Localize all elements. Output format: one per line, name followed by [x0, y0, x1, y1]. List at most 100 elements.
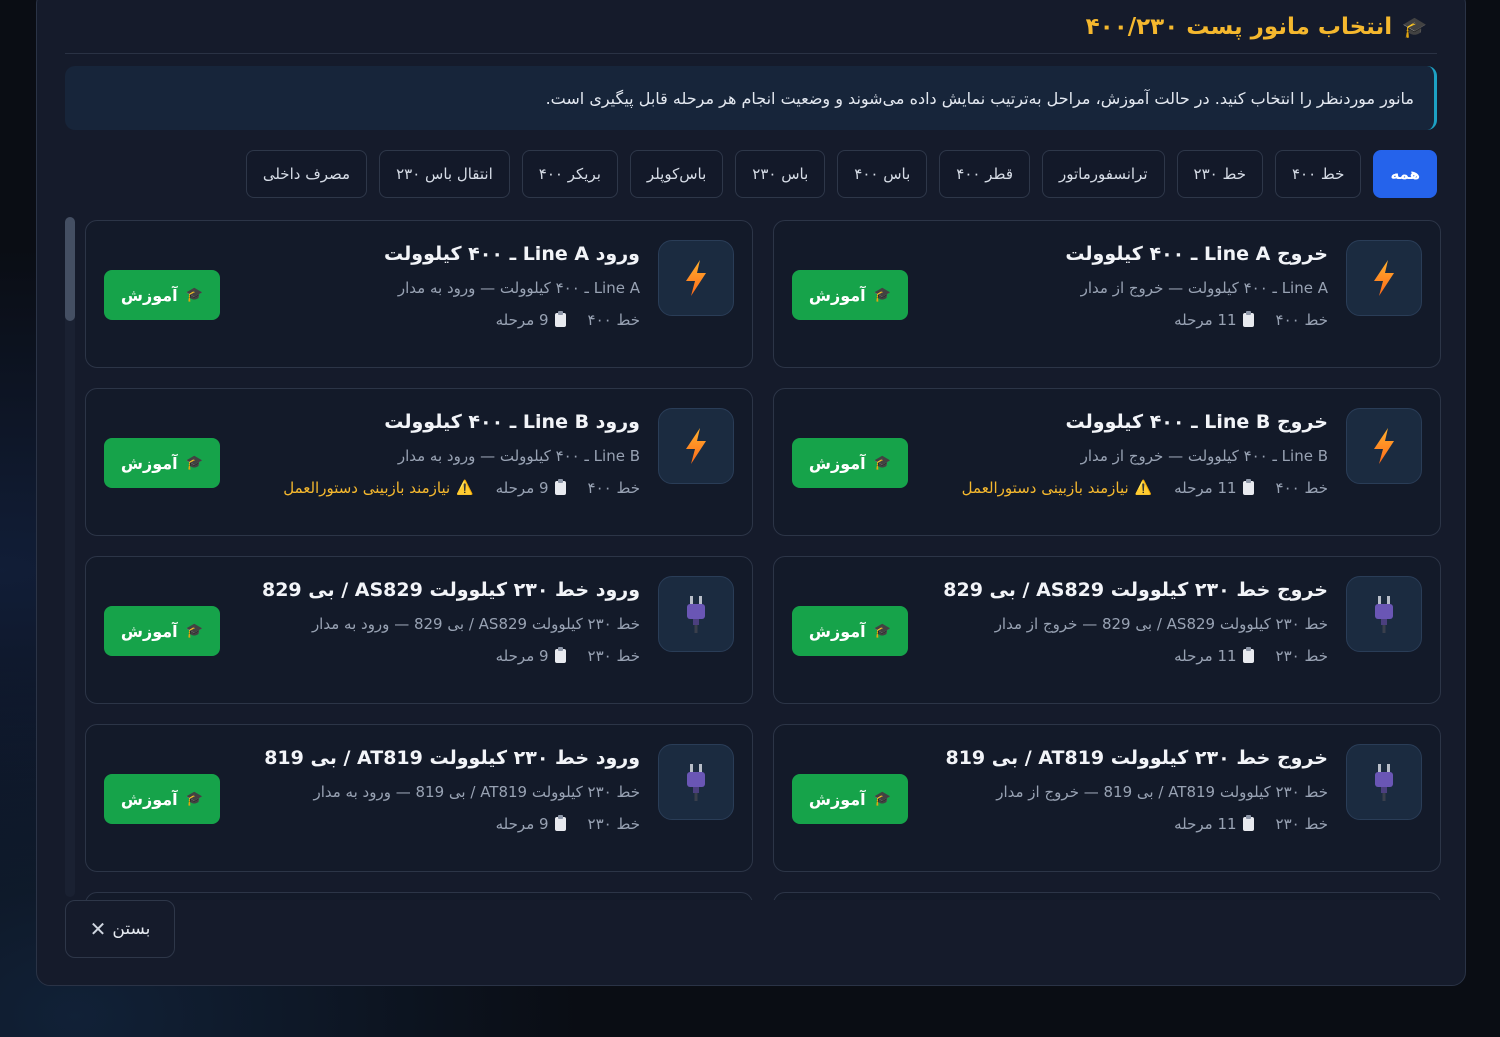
filter-chip[interactable]: باس ۴۰۰ [837, 150, 928, 198]
steps-text: 9 مرحله [495, 311, 549, 329]
training-button[interactable]: 🎓 آموزش [104, 774, 220, 824]
training-button[interactable]: 🎓 آموزش [792, 438, 908, 488]
steps-text: 11 مرحله [1174, 647, 1237, 665]
card-body: ورود Line A ـ ۴۰۰ کیلوولت Line A ـ ۴۰۰ ک… [316, 243, 640, 329]
maneuver-list: خروج Line A ـ ۴۰۰ کیلوولت Line A ـ ۴۰۰ ک… [83, 220, 1441, 900]
filter-chip[interactable]: قطر ۴۰۰ [939, 150, 1030, 198]
training-label: آموزش [808, 789, 866, 809]
graduation-cap-icon: 🎓 [1402, 15, 1427, 39]
graduation-cap-icon: 🎓 [873, 623, 892, 639]
filter-chip[interactable]: انتقال باس ۲۳۰ [379, 150, 510, 198]
dialog-title: انتخاب مانور پست ۴۰۰/۲۳۰ [1085, 14, 1393, 40]
line-tag: خط ۲۳۰ [1275, 647, 1328, 665]
clipboard-icon [554, 311, 566, 327]
card-title: ورود Line A ـ ۴۰۰ کیلوولت [384, 243, 640, 265]
info-text: مانور موردنظر را انتخاب کنید. در حالت آم… [545, 88, 1414, 108]
close-button[interactable]: بستن ✕ [65, 900, 175, 958]
training-label: آموزش [808, 453, 866, 473]
card-title: ورود Line B ـ ۴۰۰ کیلوولت [384, 411, 640, 433]
steps-count: 11 مرحله [1174, 311, 1254, 329]
maneuver-card[interactable]: ورود Line A ـ ۴۰۰ کیلوولت Line A ـ ۴۰۰ ک… [85, 220, 753, 368]
maneuver-card-partial[interactable] [773, 892, 1441, 900]
graduation-cap-icon: 🎓 [185, 791, 204, 807]
training-button[interactable]: 🎓 آموزش [792, 270, 908, 320]
lightning-icon [658, 408, 734, 484]
lightning-icon [1346, 240, 1422, 316]
training-button[interactable]: 🎓 آموزش [792, 606, 908, 656]
steps-text: 9 مرحله [495, 479, 549, 497]
steps-count: 11 مرحله [1174, 647, 1254, 665]
scrollbar-thumb[interactable] [65, 217, 75, 321]
filter-chip[interactable]: بریکر ۴۰۰ [521, 150, 618, 198]
steps-count: 9 مرحله [496, 479, 566, 497]
plug-icon [658, 576, 734, 652]
training-button[interactable]: 🎓 آموزش [104, 438, 220, 488]
card-body: ورود خط ۲۳۰ کیلوولت AT819 / بی 819 خط ۲۳… [264, 747, 640, 833]
maneuver-card[interactable]: ورود خط ۲۳۰ کیلوولت AS829 / بی 829 خط ۲۳… [85, 556, 753, 704]
steps-count: 11 مرحله [1174, 815, 1254, 833]
steps-text: 9 مرحله [495, 647, 549, 665]
filter-chip[interactable]: همه [1373, 150, 1437, 198]
training-button[interactable]: 🎓 آموزش [104, 606, 220, 656]
training-button[interactable]: 🎓 آموزش [104, 270, 220, 320]
maneuver-card[interactable]: ورود خط ۲۳۰ کیلوولت AT819 / بی 819 خط ۲۳… [85, 724, 753, 872]
graduation-cap-icon: 🎓 [185, 455, 204, 471]
card-body: خروج Line A ـ ۴۰۰ کیلوولت Line A ـ ۴۰۰ ک… [1004, 243, 1328, 329]
card-subtitle: خط ۲۳۰ کیلوولت AT819 / بی 819 — ورود به … [313, 783, 640, 801]
training-label: آموزش [120, 453, 178, 473]
info-banner: مانور موردنظر را انتخاب کنید. در حالت آم… [65, 66, 1437, 130]
maneuver-card[interactable]: خروج خط ۲۳۰ کیلوولت AS829 / بی 829 خط ۲۳… [773, 556, 1441, 704]
filter-chips: همه خط ۴۰۰ خط ۲۳۰ ترانسفورماتور قطر ۴۰۰ باس ۴… [245, 150, 1437, 198]
close-icon: ✕ [89, 917, 107, 941]
maneuver-card-partial[interactable] [85, 892, 753, 900]
steps-count: 9 مرحله [496, 647, 566, 665]
clipboard-icon [1242, 815, 1254, 831]
maneuver-card[interactable]: ورود Line B ـ ۴۰۰ کیلوولت Line B ـ ۴۰۰ ک… [85, 388, 753, 536]
card-body: خروج Line B ـ ۴۰۰ کیلوولت Line B ـ ۴۰۰ ک… [962, 411, 1328, 497]
filter-chip[interactable]: خط ۴۰۰ [1274, 150, 1362, 198]
graduation-cap-icon: 🎓 [873, 455, 892, 471]
warning-text: نیازمند بازبینی دستورالعمل [283, 479, 451, 497]
warning-icon: ⚠️ [1134, 480, 1153, 496]
plug-icon [1346, 744, 1422, 820]
maneuver-card[interactable]: خروج Line B ـ ۴۰۰ کیلوولت Line B ـ ۴۰۰ ک… [773, 388, 1441, 536]
clipboard-icon [554, 479, 566, 495]
filter-chip[interactable]: باس ۲۳۰ [735, 150, 826, 198]
card-subtitle: Line A ـ ۴۰۰ کیلوولت — ورود به مدار [397, 279, 640, 297]
card-subtitle: Line B ـ ۴۰۰ کیلوولت — خروج از مدار [1080, 447, 1328, 465]
close-label: بستن [112, 919, 151, 939]
card-title: خروج خط ۲۳۰ کیلوولت AS829 / بی 829 [943, 579, 1328, 601]
training-button[interactable]: 🎓 آموزش [792, 774, 908, 824]
clipboard-icon [554, 647, 566, 663]
maneuver-select-dialog: 🎓 انتخاب مانور پست ۴۰۰/۲۳۰ مانور موردنظر… [36, 0, 1466, 986]
training-label: آموزش [808, 621, 866, 641]
card-subtitle: Line A ـ ۴۰۰ کیلوولت — خروج از مدار [1080, 279, 1328, 297]
card-meta: خط ۲۳۰ 9 مرحله [316, 647, 640, 665]
graduation-cap-icon: 🎓 [185, 623, 204, 639]
plug-icon [1346, 576, 1422, 652]
card-title: ورود خط ۲۳۰ کیلوولت AT819 / بی 819 [264, 747, 640, 769]
steps-count: 11 مرحله [1174, 479, 1254, 497]
card-meta: خط ۲۳۰ 11 مرحله [1004, 815, 1328, 833]
dialog-header: 🎓 انتخاب مانور پست ۴۰۰/۲۳۰ [65, 1, 1437, 54]
lightning-icon [658, 240, 734, 316]
card-meta: خط ۴۰۰ 11 مرحله ⚠️ نیازمند بازبینی دستورا… [962, 479, 1328, 497]
filter-chip[interactable]: ترانسفورماتور [1042, 150, 1165, 198]
line-tag: خط ۴۰۰ [587, 479, 640, 497]
steps-text: 11 مرحله [1174, 815, 1237, 833]
card-body: ورود خط ۲۳۰ کیلوولت AS829 / بی 829 خط ۲۳… [262, 579, 640, 665]
filter-chip[interactable]: باس‌کوپلر [629, 150, 724, 198]
plug-icon [658, 744, 734, 820]
steps-text: 11 مرحله [1174, 479, 1237, 497]
card-subtitle: خط ۲۳۰ کیلوولت AS829 / بی 829 — خروج از … [994, 615, 1328, 633]
card-body: خروج خط ۲۳۰ کیلوولت AS829 / بی 829 خط ۲۳… [943, 579, 1328, 665]
filter-chip[interactable]: مصرف داخلی [245, 150, 368, 198]
card-subtitle: خط ۲۳۰ کیلوولت AS829 / بی 829 — ورود به … [311, 615, 640, 633]
filter-chip[interactable]: خط ۲۳۰ [1176, 150, 1263, 198]
graduation-cap-icon: 🎓 [185, 287, 204, 303]
card-meta: خط ۴۰۰ 9 مرحله ⚠️ نیازمند بازبینی دستورال… [283, 479, 640, 497]
card-meta: خط ۴۰۰ 9 مرحله [316, 311, 640, 329]
maneuver-card[interactable]: خروج خط ۲۳۰ کیلوولت AT819 / بی 819 خط ۲۳… [773, 724, 1441, 872]
maneuver-card[interactable]: خروج Line A ـ ۴۰۰ کیلوولت Line A ـ ۴۰۰ ک… [773, 220, 1441, 368]
line-tag: خط ۲۳۰ [587, 647, 640, 665]
